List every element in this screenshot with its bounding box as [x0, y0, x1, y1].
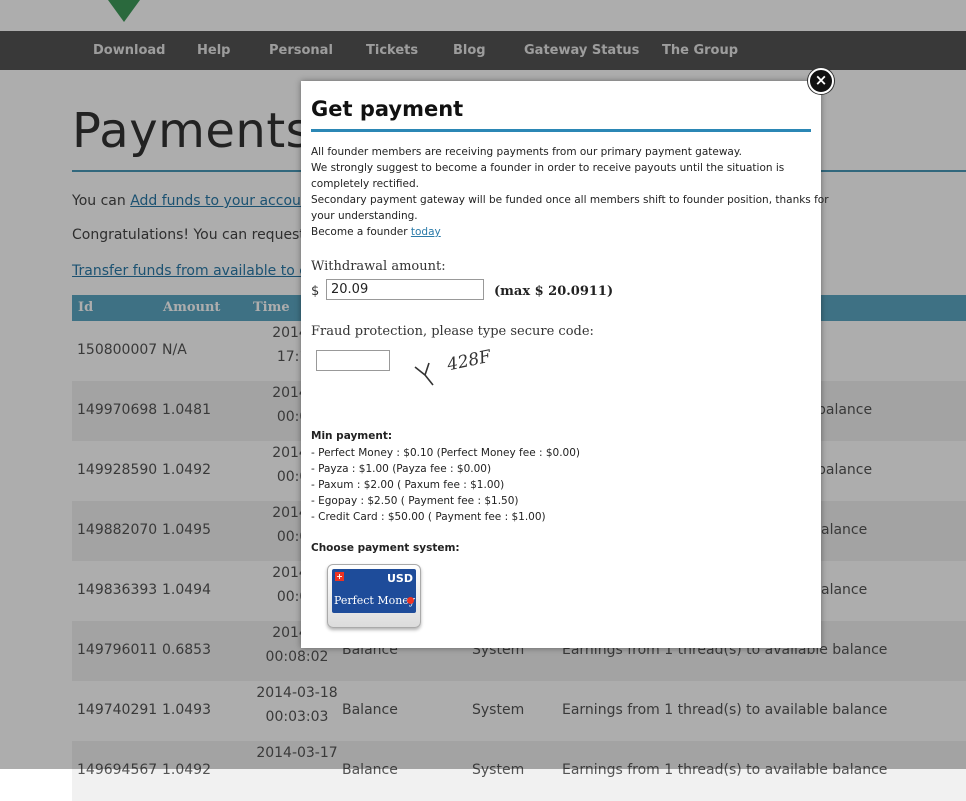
- fee-list: - Perfect Money : $0.10 (Perfect Money f…: [311, 445, 580, 525]
- founder-notice: All founder members are receiving paymen…: [311, 144, 829, 240]
- modal-title-divider: [311, 129, 811, 132]
- notice-line: We strongly suggest to become a founder …: [311, 162, 785, 174]
- pm-currency: USD: [387, 572, 413, 585]
- swiss-cross-icon: +: [335, 572, 344, 581]
- close-modal-button[interactable]: ×: [808, 68, 834, 94]
- fraud-protection-label: Fraud protection, please type secure cod…: [311, 324, 594, 339]
- captcha-image: 428F: [411, 347, 493, 389]
- notice-line: completely rectified.: [311, 178, 419, 190]
- fee-item: - Credit Card : $50.00 ( Payment fee : $…: [311, 511, 546, 523]
- fee-item: - Egopay : $2.50 ( Payment fee : $1.50): [311, 495, 519, 507]
- max-amount-text: (max $ 20.0911): [494, 284, 614, 299]
- currency-symbol: $: [311, 284, 320, 299]
- min-payment-label: Min payment:: [311, 430, 393, 442]
- choose-payment-label: Choose payment system:: [311, 542, 460, 554]
- withdrawal-label: Withdrawal amount:: [311, 259, 446, 274]
- fee-item: - Paxum : $2.00 ( Paxum fee : $1.00): [311, 479, 505, 491]
- secure-code-input[interactable]: [316, 350, 390, 371]
- withdrawal-amount-input[interactable]: [326, 279, 484, 300]
- pm-name: Perfect Money: [334, 594, 416, 607]
- notice-line: Secondary payment gateway will be funded…: [311, 194, 829, 206]
- perfect-money-option[interactable]: + USD Perfect Money: [327, 564, 421, 628]
- perfect-money-logo-icon: + USD Perfect Money: [332, 569, 416, 613]
- fee-item: - Payza : $1.00 (Payza fee : $0.00): [311, 463, 492, 475]
- become-founder-line: Become a founder today: [311, 224, 811, 240]
- fee-item: - Perfect Money : $0.10 (Perfect Money f…: [311, 447, 581, 459]
- modal-title: Get payment: [311, 97, 464, 121]
- red-dot-icon: [407, 597, 414, 604]
- become-founder-link[interactable]: today: [411, 226, 441, 238]
- become-founder-text: Become a founder: [311, 226, 411, 238]
- notice-line: your understanding.: [311, 210, 418, 222]
- notice-line: All founder members are receiving paymen…: [311, 146, 742, 158]
- get-payment-modal: Get payment All founder members are rece…: [301, 81, 829, 648]
